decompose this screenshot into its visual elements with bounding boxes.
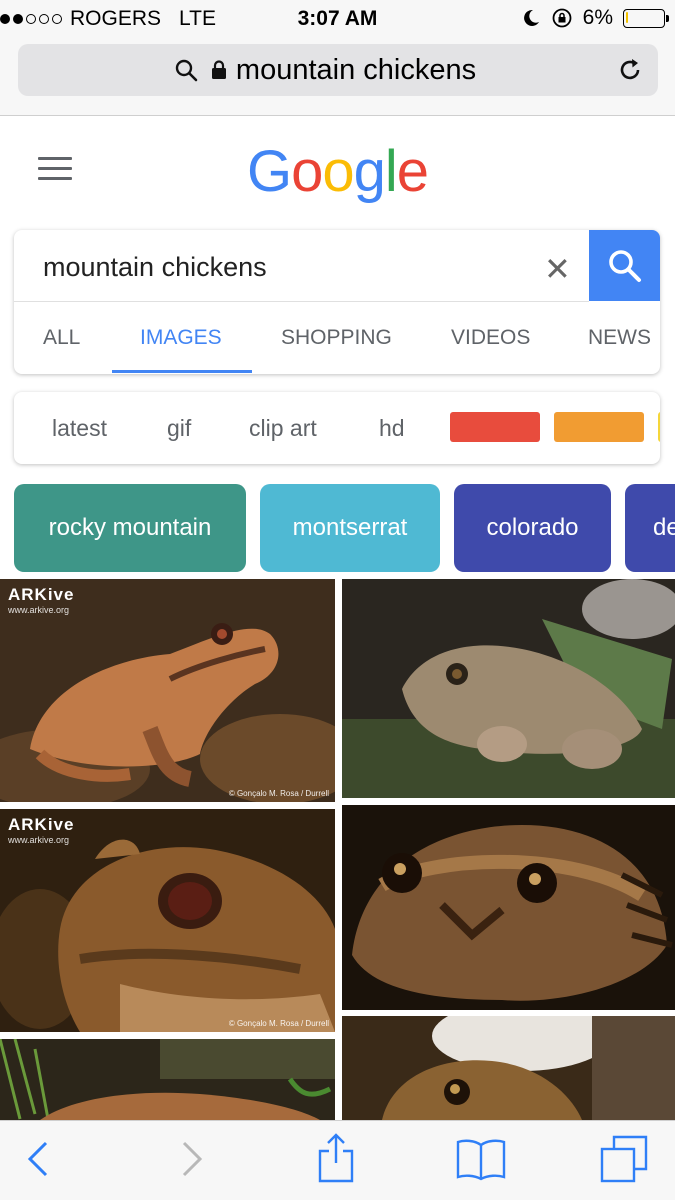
search-tabs: ALL IMAGES SHOPPING VIDEOS NEWS [14, 302, 660, 374]
tabs-icon[interactable] [600, 1135, 648, 1183]
filter-latest[interactable]: latest [52, 415, 107, 442]
reload-icon[interactable] [616, 56, 644, 84]
search-icon [609, 250, 641, 282]
logo-letter: e [396, 139, 429, 204]
browser-address-bar: mountain chickens [0, 38, 675, 116]
search-card: mountain chickens ✕ ALL IMAGES SHOPPING … [14, 230, 660, 374]
url-text: mountain chickens [235, 54, 477, 86]
browser-toolbar [0, 1120, 675, 1200]
frog-photo [342, 1016, 675, 1120]
logo-letter: G [246, 139, 292, 204]
forward-icon[interactable] [178, 1139, 204, 1179]
color-filter-orange[interactable] [554, 412, 644, 442]
color-filter-yellow[interactable] [658, 412, 660, 442]
color-filter-red[interactable] [450, 412, 540, 442]
tab-images[interactable]: IMAGES [140, 326, 222, 350]
active-tab-indicator [112, 370, 252, 373]
share-icon[interactable] [316, 1133, 356, 1183]
search-button[interactable] [589, 230, 660, 301]
bookmarks-icon[interactable] [456, 1137, 506, 1181]
image-result[interactable]: ARKive www.arkive.org © Gonçalo M. Rosa /… [0, 809, 335, 1032]
logo-letter: l [384, 139, 398, 204]
filter-gif[interactable]: gif [167, 415, 191, 442]
chip-de[interactable]: de [625, 484, 675, 572]
status-bar: ROGERS LTE 3:07 AM 6% [0, 0, 675, 38]
arkive-watermark: ARKive www.arkive.org [8, 585, 75, 615]
photo-credit: © Gonçalo M. Rosa / Durrell [228, 1019, 329, 1028]
filter-clip-art[interactable]: clip art [249, 415, 317, 442]
frog-photo [342, 805, 675, 1010]
image-result[interactable] [342, 1016, 675, 1120]
frog-photo [342, 579, 675, 798]
image-results-grid: ARKive www.arkive.org © Gonçalo M. Rosa /… [0, 579, 675, 1120]
arkive-watermark: ARKive www.arkive.org [8, 815, 75, 845]
rotation-lock-icon [552, 8, 572, 28]
google-logo[interactable]: Google [0, 138, 675, 205]
frog-photo [0, 1039, 335, 1120]
chip-rocky-mountain[interactable]: rocky mountain [14, 484, 246, 572]
battery-icon [623, 8, 669, 28]
logo-letter: g [353, 139, 386, 204]
logo-letter: o [322, 139, 354, 204]
image-filter-bar: latest gif clip art hd [14, 392, 660, 464]
image-result[interactable] [0, 1039, 335, 1120]
image-result[interactable] [342, 805, 675, 1010]
filter-hd[interactable]: hd [379, 415, 405, 442]
image-result[interactable]: ARKive www.arkive.org © Gonçalo M. Rosa /… [0, 579, 335, 802]
tab-all[interactable]: ALL [43, 326, 80, 350]
image-result[interactable] [342, 579, 675, 798]
chip-montserrat[interactable]: montserrat [260, 484, 440, 572]
back-icon[interactable] [26, 1139, 52, 1179]
url-field[interactable]: mountain chickens [18, 44, 658, 96]
close-icon[interactable]: ✕ [544, 250, 571, 288]
chip-colorado[interactable]: colorado [454, 484, 611, 572]
tab-news[interactable]: NEWS [588, 326, 651, 350]
battery-percent: 6% [582, 6, 613, 29]
tab-shopping[interactable]: SHOPPING [281, 326, 392, 350]
photo-credit: © Gonçalo M. Rosa / Durrell [228, 789, 329, 798]
tab-videos[interactable]: VIDEOS [451, 326, 530, 350]
search-input[interactable]: mountain chickens [43, 252, 267, 283]
logo-letter: o [291, 139, 323, 204]
moon-icon [523, 9, 539, 26]
related-searches: rocky mountain montserrat colorado de [0, 484, 675, 572]
